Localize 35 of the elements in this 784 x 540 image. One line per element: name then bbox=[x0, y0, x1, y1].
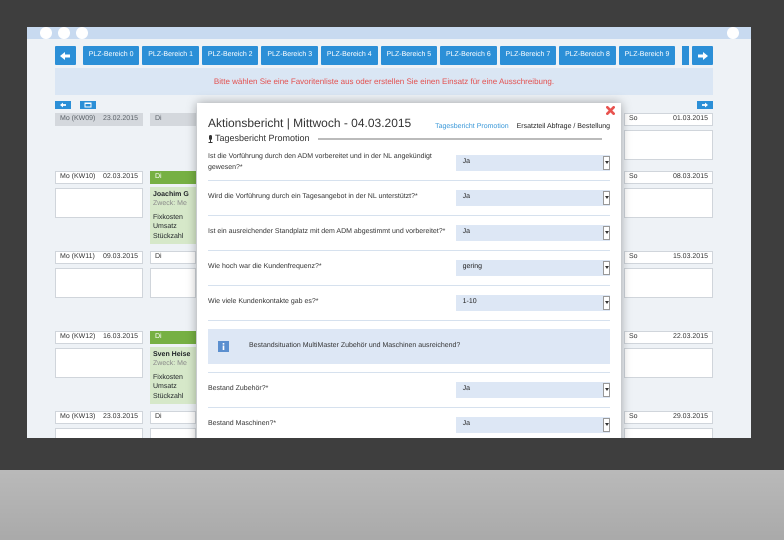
close-icon[interactable] bbox=[606, 106, 615, 115]
window-dot bbox=[40, 27, 52, 39]
caret-icon bbox=[603, 296, 610, 310]
window-dot bbox=[76, 27, 88, 39]
caret-icon bbox=[603, 260, 610, 274]
next-week-button[interactable] bbox=[697, 101, 713, 109]
caret-icon bbox=[603, 418, 610, 432]
day-cell[interactable] bbox=[624, 130, 713, 160]
caret-icon bbox=[603, 226, 610, 240]
previous-week-button[interactable] bbox=[55, 101, 71, 109]
info-icon bbox=[218, 340, 229, 352]
window-icon bbox=[84, 102, 92, 108]
caret-icon bbox=[603, 190, 610, 204]
microphone-icon bbox=[208, 134, 213, 143]
day-cell[interactable] bbox=[624, 188, 713, 218]
arrow-left-icon bbox=[59, 50, 72, 60]
day-cell[interactable] bbox=[624, 348, 713, 378]
caret-icon bbox=[603, 156, 610, 170]
day-cell[interactable] bbox=[55, 268, 143, 298]
window-dot bbox=[58, 27, 70, 39]
calendar-button[interactable] bbox=[80, 101, 96, 109]
day-cell[interactable] bbox=[624, 268, 713, 298]
window-dot bbox=[727, 27, 739, 39]
day-cell[interactable] bbox=[150, 268, 196, 298]
day-cell[interactable] bbox=[55, 188, 143, 218]
caret-icon bbox=[603, 382, 610, 396]
arrow-right-icon bbox=[701, 102, 709, 108]
next-button[interactable] bbox=[692, 46, 714, 65]
arrow-right-icon bbox=[696, 50, 709, 60]
notice-text: Bitte wählen Sie eine Favoritenliste aus oder erstellen Sie einen Einsatz für eine Ausschreibung. bbox=[214, 76, 554, 88]
arrow-left-icon bbox=[59, 102, 67, 108]
day-cell[interactable] bbox=[55, 348, 143, 378]
section-heading: Tagesbericht Promotion bbox=[215, 132, 310, 145]
dialog-title: Aktionsbericht | Mittwoch - 04.03.2015 bbox=[208, 115, 412, 132]
previous-button[interactable] bbox=[55, 46, 76, 65]
